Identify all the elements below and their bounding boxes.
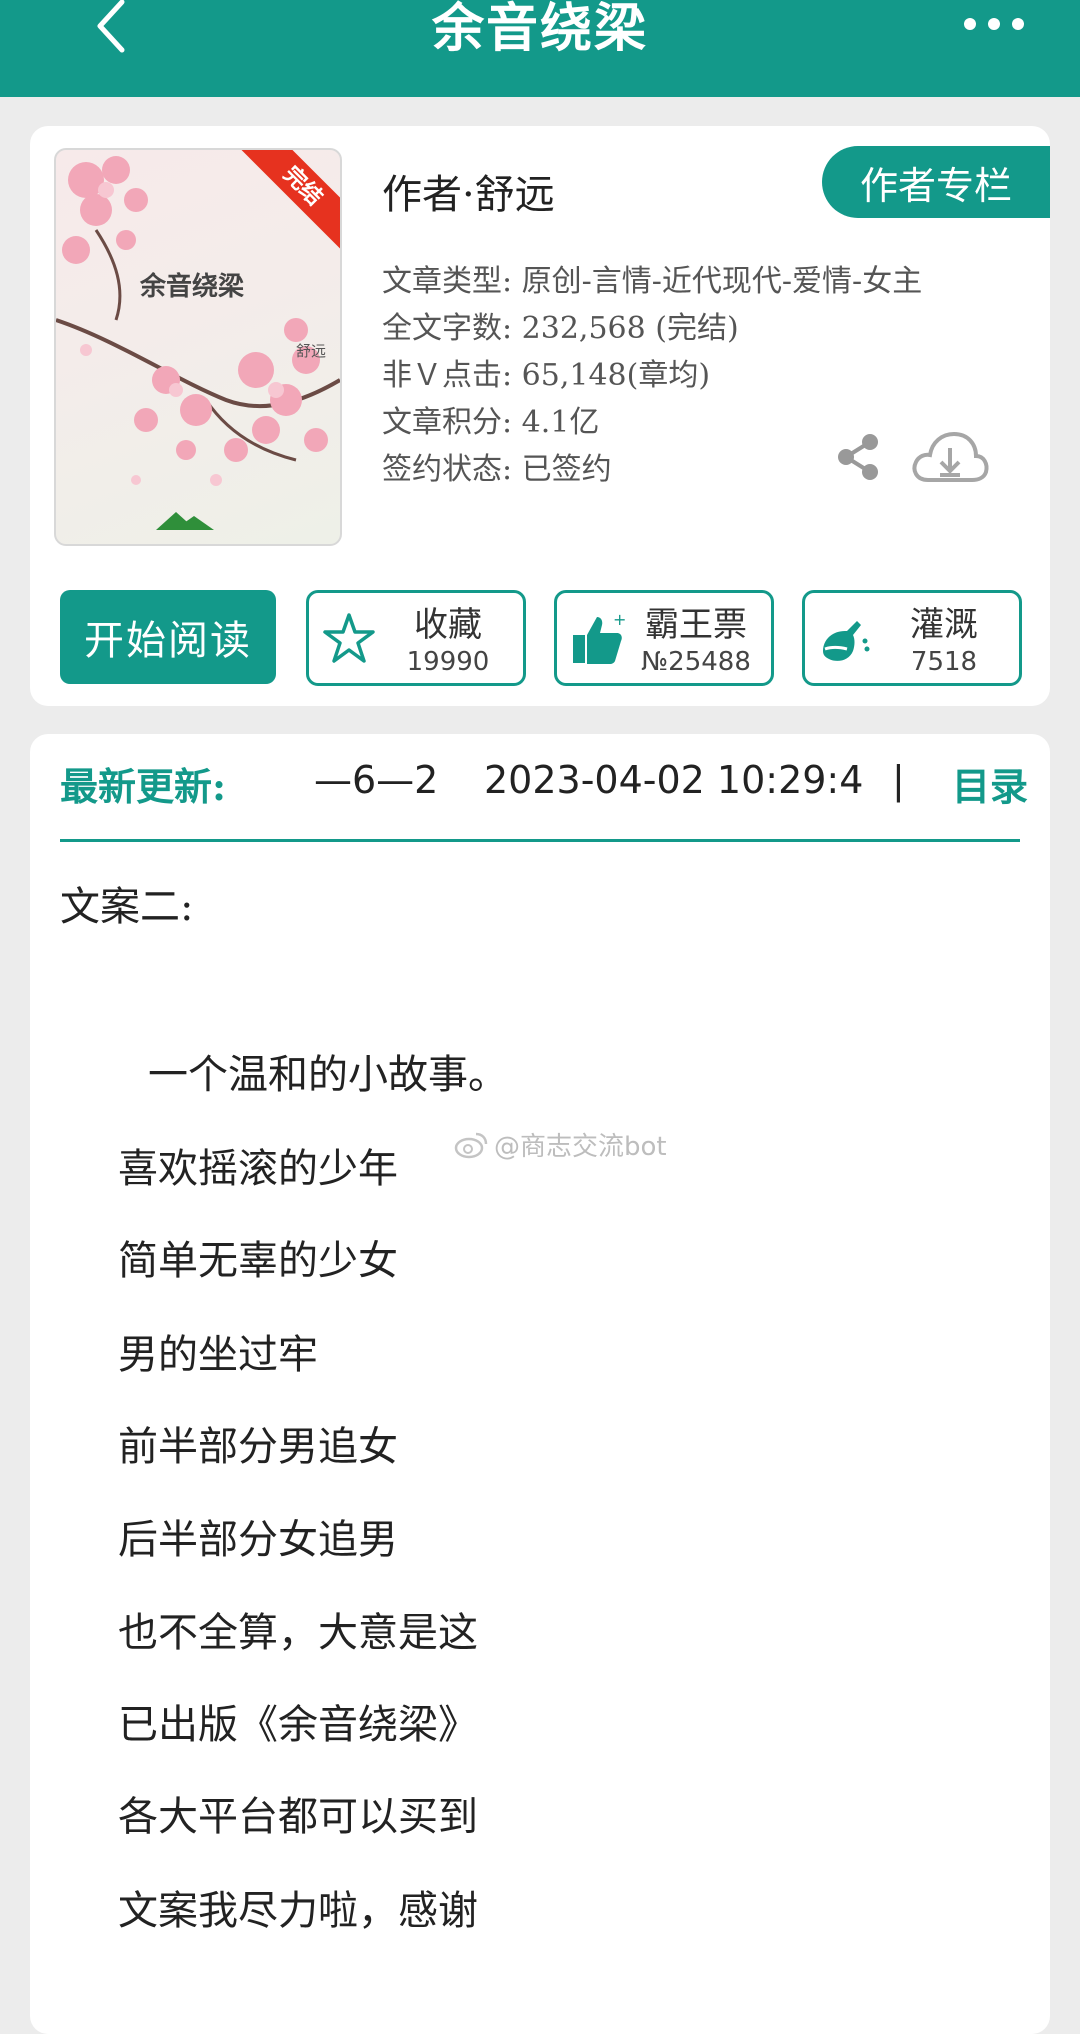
book-cover[interactable]: 余音绕梁 舒远 完结 (54, 148, 342, 546)
more-options-button[interactable] (964, 8, 1024, 40)
latest-update-time: 2023-04-02 10:29:4 (484, 758, 864, 802)
synopsis-line: 前半部分男追女 (118, 1424, 398, 1470)
synopsis-line: 简单无辜的少女 (118, 1238, 398, 1284)
bawang-vote-button[interactable]: + 霸王票 №25488 (554, 590, 774, 686)
synopsis-line: 后半部分女追男 (118, 1517, 398, 1563)
cover-author: 舒远 (296, 342, 327, 360)
water-label: 灌溉 (910, 605, 978, 645)
watermark: @商志交流bot (454, 1126, 667, 1163)
download-icon[interactable] (910, 426, 990, 486)
synopsis-line: 也不全算，大意是这 (118, 1610, 478, 1656)
synopsis-line: 已出版《余音绕梁》 (118, 1702, 478, 1748)
bawang-vote-label: 霸王票 (645, 605, 747, 645)
author-column-button[interactable]: 作者专栏 (822, 146, 1050, 218)
more-dot-icon (988, 18, 1000, 30)
synopsis-card: 最新更新: —6—2 2023-04-02 10:29:4 | 目录 文案二: … (30, 734, 1050, 2034)
bawang-vote-rank: №25488 (641, 647, 751, 677)
separator: | (892, 758, 905, 802)
book-info-card: 余音绕梁 舒远 完结 作者·舒远 作者专栏 文章类型: 原创-言情-近代现代-爱… (30, 126, 1050, 706)
share-icon[interactable] (834, 432, 882, 482)
watermark-text: @商志交流bot (494, 1132, 667, 1162)
cover-title: 余音绕梁 (140, 272, 245, 302)
synopsis-heading: 文案二: (60, 884, 194, 930)
article-type: 文章类型: 原创-言情-近代现代-爱情-女主 (382, 264, 923, 299)
thumbs-up-icon: + (573, 611, 625, 664)
watering-can-icon (823, 621, 870, 661)
synopsis-line: 各大平台都可以买到 (118, 1794, 478, 1840)
synopsis-line: 文案我尽力啦，感谢 (118, 1888, 478, 1934)
more-dot-icon (964, 18, 976, 30)
star-icon (323, 613, 375, 663)
synopsis-line: 一个温和的小故事。 (148, 1052, 508, 1098)
collect-count: 19990 (406, 647, 490, 677)
latest-update-row[interactable]: 最新更新: —6—2 2023-04-02 10:29:4 | 目录 (60, 756, 1028, 820)
water-count: 7518 (910, 647, 978, 677)
page-title: 余音绕梁 (431, 0, 648, 59)
top-bar: 余音绕梁 (0, 0, 1080, 97)
latest-chapter[interactable]: —6—2 (314, 758, 438, 802)
water-button[interactable]: 灌溉 7518 (802, 590, 1022, 686)
word-count: 全文字数: 232,568 (完结) (382, 311, 739, 346)
collect-button[interactable]: 收藏 19990 (306, 590, 526, 686)
start-reading-button[interactable]: 开始阅读 (60, 590, 276, 684)
table-of-contents-link[interactable]: 目录 (952, 756, 1028, 811)
divider (60, 839, 1020, 842)
author-name[interactable]: 作者·舒远 (382, 162, 555, 220)
synopsis-line: 男的坐过牢 (118, 1332, 318, 1378)
collect-label: 收藏 (414, 605, 482, 645)
click-count: 非Ｖ点击: 65,148(章均) (382, 358, 711, 393)
more-dot-icon (1012, 18, 1024, 30)
synopsis-line: 喜欢摇滚的少年 (118, 1146, 398, 1192)
weibo-logo-icon (454, 1132, 488, 1158)
latest-update-label: 最新更新: (60, 764, 227, 809)
